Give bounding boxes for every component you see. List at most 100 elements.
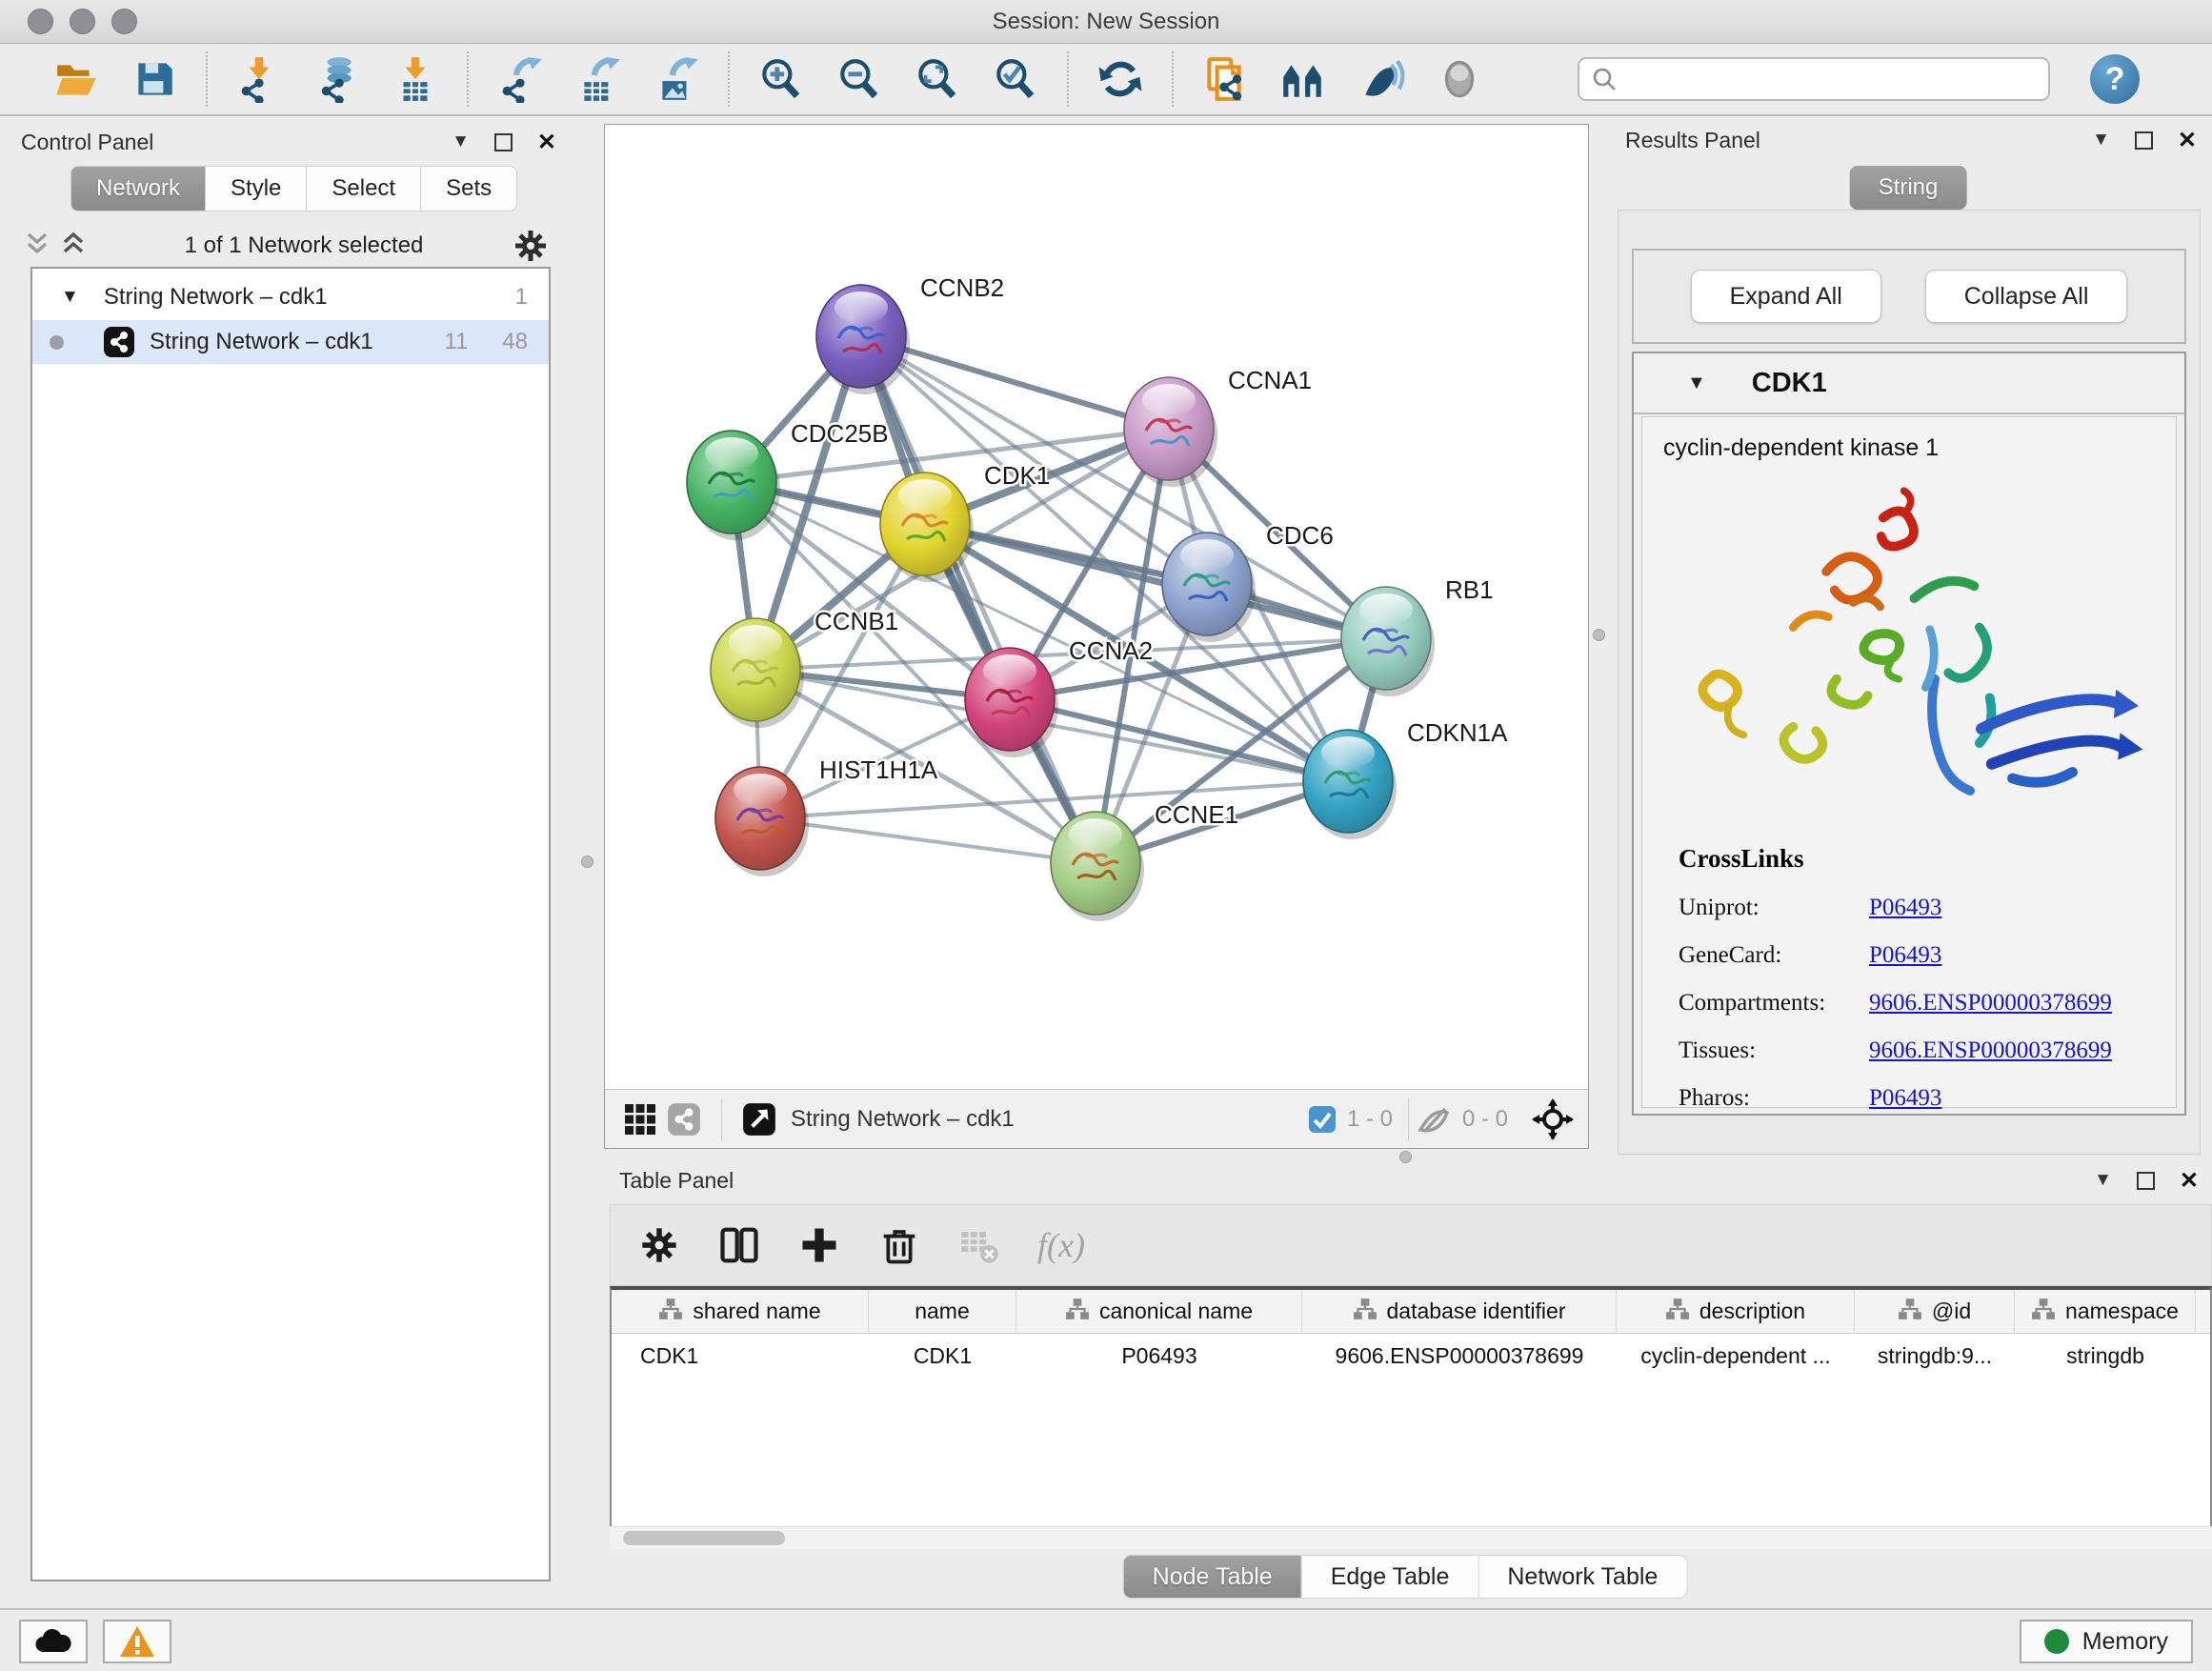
network-selected-summary: 1 of 1 Network selected <box>95 232 513 259</box>
export-image-icon[interactable] <box>650 52 703 106</box>
crosslink-link[interactable]: P06493 <box>1869 895 1941 921</box>
collapse-all-icon[interactable] <box>23 231 59 261</box>
cloud-button[interactable] <box>19 1620 88 1663</box>
splitter-handle[interactable] <box>1399 1151 1412 1163</box>
tab-network[interactable]: Network <box>70 166 206 211</box>
tab-string[interactable]: String <box>1850 166 1967 210</box>
column-header-name[interactable]: name <box>869 1290 1016 1333</box>
zoom-selected-icon[interactable] <box>989 52 1042 106</box>
expand-all-button[interactable]: Expand All <box>1691 270 1881 323</box>
import-database-icon[interactable] <box>311 52 364 106</box>
collapse-all-button[interactable]: Collapse All <box>1925 270 2128 323</box>
node-label: CDC25B <box>791 419 889 448</box>
network-node-cdc6[interactable]: CDC6 <box>1162 521 1334 642</box>
birdseye-icon[interactable] <box>1531 1097 1575 1141</box>
tab-edge-table[interactable]: Edge Table <box>1302 1555 1479 1599</box>
crosslink-link[interactable]: 9606.ENSP00000378699 <box>1869 1037 2112 1064</box>
gear-icon[interactable] <box>513 228 549 264</box>
panel-float-icon[interactable] <box>2135 131 2153 150</box>
network-node-ccnb2[interactable]: CCNB2 <box>816 273 1004 394</box>
graphics-details-icon[interactable] <box>1355 52 1408 106</box>
column-header-namespace[interactable]: namespace <box>2015 1290 2196 1333</box>
crosslink-link[interactable]: P06493 <box>1869 942 1941 969</box>
network-row[interactable]: String Network – cdk1 11 48 <box>32 320 549 364</box>
memory-button[interactable]: Memory <box>2020 1620 2193 1663</box>
zoom-out-icon[interactable] <box>833 52 886 106</box>
save-session-icon[interactable] <box>128 52 181 106</box>
zoom-in-icon[interactable] <box>754 52 808 106</box>
table-cell: 9606.ENSP00000378699 <box>1302 1334 1617 1378</box>
network-node-ccna1[interactable]: CCNA1 <box>1124 366 1312 487</box>
tab-node-table[interactable]: Node Table <box>1123 1555 1302 1599</box>
panel-float-icon[interactable] <box>494 133 513 151</box>
hidden-eye-icon[interactable] <box>1415 1103 1453 1136</box>
tab-style[interactable]: Style <box>206 166 307 211</box>
network-tree: ▼ String Network – cdk1 1 String Network… <box>30 267 551 1581</box>
import-table-icon[interactable] <box>389 52 442 106</box>
expand-all-icon[interactable] <box>59 231 95 261</box>
panel-close-icon[interactable]: ✕ <box>2180 1167 2199 1195</box>
column-header-database-identifier[interactable]: database identifier <box>1302 1290 1617 1333</box>
eye-icon[interactable] <box>1433 52 1486 106</box>
help-icon[interactable]: ? <box>2090 54 2140 104</box>
panel-menu-icon[interactable]: ▼ <box>452 131 470 152</box>
column-header-shared-name[interactable]: shared name <box>612 1290 869 1333</box>
collection-expander-icon[interactable]: ▼ <box>61 287 79 308</box>
crosslink-link[interactable]: P06493 <box>1869 1085 1941 1112</box>
tab-sets[interactable]: Sets <box>421 166 517 211</box>
results-body: Expand All Collapse All ▼ CDK1 cyclin-de… <box>1618 210 2201 1155</box>
share-network-icon[interactable] <box>662 1097 706 1141</box>
table-row[interactable]: CDK1CDK1P064939606.ENSP00000378699cyclin… <box>612 1334 2210 1378</box>
network-collection-row[interactable]: ▼ String Network – cdk1 1 <box>32 276 549 318</box>
crosslink-link[interactable]: 9606.ENSP00000378699 <box>1869 990 2112 1017</box>
network-node-cdkn1a[interactable]: CDKN1A <box>1303 718 1508 839</box>
delete-column-icon[interactable] <box>877 1223 921 1267</box>
section-expander-icon[interactable]: ▼ <box>1687 372 1706 394</box>
control-panel-tabs: NetworkStyleSelectSets <box>70 166 517 211</box>
open-file-icon[interactable] <box>50 52 103 106</box>
binoculars-icon[interactable] <box>1277 52 1330 106</box>
network-edge[interactable] <box>760 818 1096 863</box>
import-network-icon[interactable] <box>232 52 286 106</box>
crosslink-label: Tissues: <box>1679 1037 1869 1064</box>
table-gear-icon[interactable] <box>637 1223 681 1267</box>
column-header--id[interactable]: @id <box>1855 1290 2015 1333</box>
cdk1-section-header[interactable]: ▼ CDK1 <box>1634 353 2184 414</box>
network-edge[interactable] <box>861 336 1096 863</box>
refresh-layout-icon[interactable] <box>1094 52 1147 106</box>
network-node-ccne1[interactable]: CCNE1 <box>1051 800 1238 921</box>
network-node-cdc25b[interactable]: CDC25B <box>687 419 889 540</box>
table-hscrollbar[interactable] <box>610 1526 2212 1549</box>
warning-button[interactable] <box>103 1620 171 1663</box>
add-column-icon[interactable] <box>797 1223 841 1267</box>
zoom-fit-icon[interactable] <box>911 52 964 106</box>
panel-close-icon[interactable]: ✕ <box>537 129 556 156</box>
splitter-handle[interactable] <box>1593 629 1605 641</box>
table-cell: P06493 <box>1016 1334 1302 1378</box>
node-table: shared namenamecanonical namedatabase id… <box>610 1286 2212 1526</box>
toggle-columns-icon[interactable] <box>717 1223 761 1267</box>
hscroll-thumb[interactable] <box>623 1531 785 1545</box>
column-header-canonical-name[interactable]: canonical name <box>1016 1290 1302 1333</box>
panel-menu-icon[interactable]: ▼ <box>2092 130 2110 151</box>
tab-network-table[interactable]: Network Table <box>1478 1555 1687 1599</box>
export-network-icon[interactable] <box>493 52 547 106</box>
copy-style-icon[interactable] <box>1198 52 1252 106</box>
network-node-rb1[interactable]: RB1 <box>1341 575 1494 696</box>
grid-view-icon[interactable] <box>618 1097 662 1141</box>
panel-float-icon[interactable] <box>2137 1172 2155 1190</box>
table-cell: stringdb <box>2015 1334 2196 1378</box>
network-canvas[interactable]: CCNB2 CCNA1 CDC25B CDK1 <box>605 125 1588 1089</box>
network-node-cdk1[interactable]: CDK1 <box>880 461 1050 582</box>
open-window-icon[interactable] <box>737 1097 781 1141</box>
column-header-description[interactable]: description <box>1617 1290 1855 1333</box>
search-input[interactable] <box>1578 57 2050 101</box>
splitter-handle[interactable] <box>581 856 593 868</box>
warning-icon <box>118 1624 156 1659</box>
export-table-icon[interactable] <box>572 52 625 106</box>
panel-menu-icon[interactable]: ▼ <box>2094 1170 2112 1191</box>
string-app-icon <box>102 325 136 359</box>
panel-close-icon[interactable]: ✕ <box>2178 127 2197 154</box>
tab-select[interactable]: Select <box>307 166 421 211</box>
selected-checkbox-icon[interactable] <box>1307 1104 1337 1135</box>
